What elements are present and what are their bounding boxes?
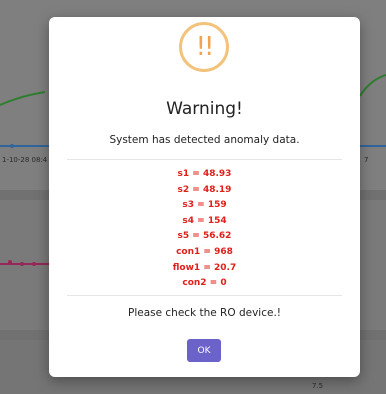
anomaly-value-s1: s1 = 48.93 xyxy=(177,169,232,179)
ok-button[interactable]: OK xyxy=(187,339,221,362)
anomaly-value-s4: s4 = 154 xyxy=(182,215,227,226)
warning-exclamation-icon: !! xyxy=(179,22,229,72)
anomaly-value-s2: s2 = 48.19 xyxy=(177,184,232,195)
dialog-message: System has detected anomaly data. xyxy=(109,134,300,146)
anomaly-value-con2: con2 = 0 xyxy=(182,278,227,289)
warning-dialog: !! Warning! System has detected anomaly … xyxy=(49,17,360,377)
divider xyxy=(67,295,342,296)
anomaly-values-list: s1 = 48.93 s2 = 48.19 s3 = 159 s4 = 154 … xyxy=(49,167,360,292)
dialog-title: Warning! xyxy=(166,99,243,119)
dialog-footer-message: Please check the RO device.! xyxy=(128,307,281,319)
anomaly-value-con1: con1 = 968 xyxy=(176,246,233,257)
anomaly-value-s3: s3 = 159 xyxy=(182,200,227,211)
anomaly-value-flow1: flow1 = 20.7 xyxy=(172,262,237,273)
anomaly-value-s5: s5 = 56.62 xyxy=(177,231,232,242)
divider xyxy=(67,159,342,160)
